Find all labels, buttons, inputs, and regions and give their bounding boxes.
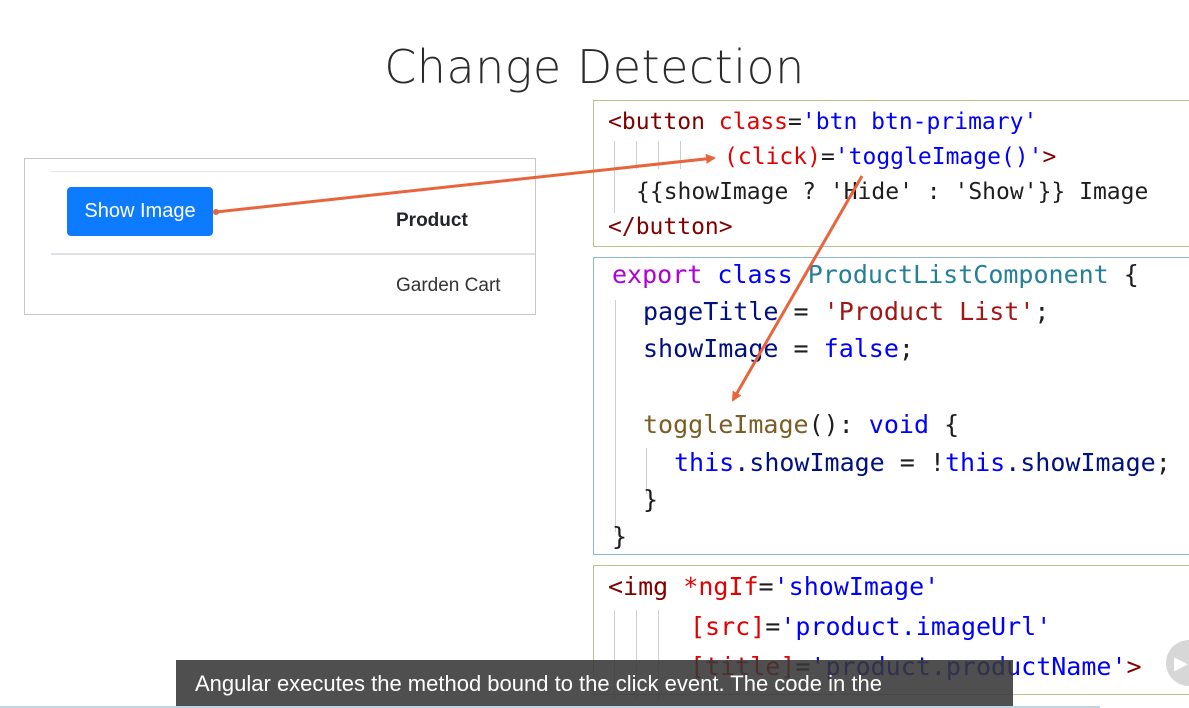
show-image-button[interactable]: Show Image: [67, 187, 213, 236]
code-token: 'showImage': [773, 572, 940, 601]
demo-app-panel: Show Image Product Garden Cart: [24, 158, 536, 315]
code-token: =: [758, 572, 774, 601]
code-line: showImage = false;: [643, 334, 914, 363]
code-line: <button class='btn btn-primary': [608, 109, 1037, 135]
code-token: =: [793, 334, 809, 363]
code-token: {: [944, 410, 960, 439]
code-line: export class ProductListComponent {: [612, 260, 1139, 289]
indent-guide: [680, 141, 681, 169]
code-token: =: [899, 448, 915, 477]
product-column-header: Product: [396, 210, 468, 231]
code-token: *ngIf: [683, 572, 759, 601]
code-token: =: [788, 109, 802, 135]
code-token: 'Product List': [823, 297, 1035, 326]
code-line: {{showImage ? 'Hide' : 'Show'}} Image: [636, 179, 1149, 205]
code-token: {: [1123, 260, 1139, 289]
code-token: <button: [608, 109, 705, 135]
code-token: ;: [1034, 297, 1050, 326]
toggle-image-method-token: toggleImage: [643, 410, 809, 439]
code-token: =: [820, 144, 835, 170]
table-header-divider: [51, 253, 535, 255]
code-token: .showImage: [1005, 448, 1156, 477]
code-token: class: [717, 260, 793, 289]
code-token: false: [823, 334, 899, 363]
code-token: =: [793, 297, 809, 326]
code-token: showImage: [643, 334, 779, 363]
code-line: }: [643, 485, 659, 514]
button-template-code: <button class='btn btn-primary' (click)=…: [593, 100, 1189, 247]
code-token: >: [1042, 144, 1057, 170]
code-token: ;: [1155, 448, 1171, 477]
play-icon: ▶: [1174, 652, 1188, 674]
code-token: class: [718, 109, 789, 135]
code-token: !: [929, 448, 945, 477]
code-token: this: [944, 448, 1006, 477]
table-top-divider: [51, 171, 535, 172]
code-token: 'toggleImage()': [834, 144, 1043, 170]
product-name-cell: Garden Cart: [396, 275, 501, 296]
code-line: pageTitle = 'Product List';: [643, 297, 1049, 326]
code-token: ;: [898, 334, 914, 363]
code-line: }: [612, 522, 628, 551]
code-line: <img *ngIf='showImage': [608, 572, 939, 601]
code-line: (click)='toggleImage()'>: [724, 144, 1056, 170]
code-line: </button>: [608, 214, 733, 240]
indent-guide: [658, 141, 659, 169]
caption-bar: Angular executes the method bound to the…: [176, 660, 1013, 708]
code-token: 'product.imageUrl': [780, 612, 1052, 641]
code-token: >: [1126, 652, 1142, 681]
code-token: 'btn btn-primary': [801, 109, 1038, 135]
code-line: [src]='product.imageUrl': [690, 612, 1051, 641]
indent-guide: [615, 300, 616, 532]
code-token: <img: [608, 572, 669, 601]
indent-guide: [614, 141, 615, 213]
code-token: this: [674, 448, 735, 477]
code-token: ProductListComponent: [807, 260, 1109, 289]
component-class-code: export class ProductListComponent { page…: [593, 257, 1189, 555]
slide-title: Change Detection: [384, 40, 805, 94]
code-token: void: [868, 410, 930, 439]
code-token: ():: [808, 410, 854, 439]
code-line: this.showImage = !this.showImage;: [674, 448, 1171, 477]
code-token: [src]: [690, 612, 766, 641]
indent-guide: [636, 141, 637, 169]
code-token: =: [765, 612, 781, 641]
code-token: export: [612, 260, 703, 289]
click-binding-token: (click): [724, 144, 821, 170]
code-token: .showImage: [734, 448, 885, 477]
code-line: toggleImage(): void {: [643, 410, 959, 439]
code-token: pageTitle: [643, 297, 779, 326]
